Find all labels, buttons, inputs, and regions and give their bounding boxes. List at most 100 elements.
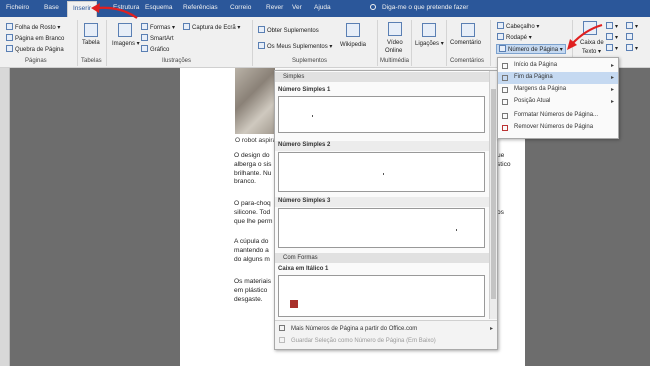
menu-item-label: Formatar Números de Página...: [514, 112, 599, 118]
smartart-button[interactable]: SmartArt: [141, 34, 174, 42]
text-line: que lhe perm: [234, 217, 273, 225]
group-comments-label: Comentários: [450, 58, 485, 64]
page-number-button[interactable]: Número de Página ▾: [496, 44, 566, 54]
blank-page-label: Página em Branco: [15, 36, 65, 42]
gallery-item-label: Número Simples 3: [275, 197, 490, 207]
tab-esquema[interactable]: Esquema: [145, 4, 172, 11]
online-video-button[interactable]: Vídeo: [387, 40, 403, 46]
links-button[interactable]: Ligações ▾: [415, 40, 444, 47]
cover-page-button[interactable]: Folha de Rosto ▾: [6, 23, 60, 31]
gallery-item-italic-box-1[interactable]: [278, 275, 485, 317]
object-button[interactable]: ▾: [626, 44, 638, 52]
paragraph-4: Os materiais em plástico desgaste.: [234, 278, 276, 304]
tab-correio[interactable]: Correio: [230, 4, 251, 11]
text-box-button[interactable]: Caixa de: [580, 40, 604, 46]
tab-ver[interactable]: Ver: [292, 4, 302, 11]
page-break-icon: [6, 45, 13, 52]
tab-rever[interactable]: Rever: [266, 4, 283, 11]
group-addins-label: Suplementos: [292, 58, 328, 64]
header-label: Cabeçalho: [506, 24, 535, 30]
chart-icon: [141, 45, 148, 52]
tab-estrutura[interactable]: Estrutura: [113, 4, 139, 11]
menu-item-label: Posição Atual: [514, 98, 551, 104]
menu-item-current-position[interactable]: Posição Atual ▸: [498, 96, 618, 108]
tab-base[interactable]: Base: [44, 4, 59, 11]
gallery-item-simple-1[interactable]: [278, 96, 485, 133]
text-line: O para-choq: [234, 200, 271, 207]
tab-ajuda[interactable]: Ajuda: [314, 4, 331, 11]
screenshot-button[interactable]: Captura de Ecrã ▾: [183, 23, 240, 31]
group-tables-label: Tabelas: [81, 58, 102, 64]
text-line: alberga o sis: [234, 160, 272, 168]
gallery-item-simple-2[interactable]: [278, 152, 485, 192]
text-line: em plástico: [234, 286, 268, 294]
images-icon: [118, 23, 132, 37]
chart-button[interactable]: Gráfico: [141, 45, 169, 53]
paragraph-3: A cúpula do mantendo a do alguns m: [234, 238, 276, 264]
wordart-button[interactable]: ▾: [606, 33, 618, 41]
signature-icon: [626, 22, 633, 29]
ribbon-tab-bar: Ficheiro Base Inserir Estrutura Esquema …: [0, 0, 650, 17]
date-time-button[interactable]: [626, 33, 635, 41]
vertical-ruler: [0, 68, 10, 366]
menu-item-page-margins[interactable]: Margens da Página ▸: [498, 84, 618, 96]
gallery-item-simple-3[interactable]: [278, 208, 485, 248]
text-line: silicone. Tod: [234, 208, 271, 216]
lightbulb-icon: [370, 4, 376, 10]
header-button[interactable]: Cabeçalho ▾: [497, 22, 539, 30]
images-label: Imagens: [112, 41, 136, 47]
image-caption: O robot aspira: [235, 137, 277, 144]
more-page-numbers-item[interactable]: Mais Números de Página a partir do Offic…: [279, 325, 417, 332]
robot-photo: [235, 68, 275, 134]
blank-page-icon: [6, 34, 13, 41]
tab-referencias[interactable]: Referências: [183, 4, 218, 11]
text-line: brilhante. Nu: [234, 169, 272, 177]
get-addins-label: Obter Suplementos: [267, 28, 319, 34]
tab-inserir[interactable]: Inserir: [67, 1, 98, 17]
office-icon: [279, 325, 285, 331]
menu-item-bottom-of-page[interactable]: Fim da Página ▸: [498, 72, 618, 84]
gallery-item-label: Número Simples 1: [278, 87, 331, 93]
table-button[interactable]: Tabela: [82, 40, 100, 46]
tell-me-box[interactable]: Diga-me o que pretende fazer: [370, 4, 468, 11]
menu-item-remove-page-numbers[interactable]: Remover Números de Página: [498, 122, 618, 134]
page-break-label: Quebra de Página: [15, 47, 64, 53]
gallery-item-label: Caixa em Itálico 1: [278, 266, 329, 272]
ribbon-separator: [77, 20, 78, 66]
screenshot-label: Captura de Ecrã: [192, 25, 236, 31]
page-break-button[interactable]: Quebra de Página: [6, 45, 64, 53]
page-number-label: Número de Página: [508, 47, 559, 53]
shapes-button[interactable]: Formas ▾: [141, 23, 175, 31]
page-number-submenu: Início da Página ▸ Fim da Página ▸ Margens…: [497, 57, 619, 139]
object-icon: [626, 44, 633, 51]
calendar-icon: [626, 33, 633, 40]
wikipedia-button[interactable]: Wikipedia: [340, 42, 366, 48]
gallery-scroll-thumb[interactable]: [491, 89, 496, 299]
footer-button[interactable]: Rodapé ▾: [497, 33, 532, 41]
wikipedia-icon: [346, 23, 360, 37]
screenshot-icon: [183, 23, 190, 30]
menu-item-label: Margens da Página: [514, 86, 567, 92]
ribbon-separator: [411, 20, 412, 66]
page-number-gallery: Simples Número Simples 1 Número Simples …: [274, 70, 498, 350]
gallery-scrollbar[interactable]: [489, 71, 497, 319]
comment-button[interactable]: Comentário: [450, 40, 481, 46]
menu-item-top-of-page[interactable]: Início da Página ▸: [498, 60, 618, 72]
my-addins-label: Os Meus Suplementos: [267, 44, 328, 50]
tab-ficheiro[interactable]: Ficheiro: [6, 4, 29, 11]
images-button[interactable]: Imagens ▾: [112, 40, 140, 47]
footer-label: Rodapé: [506, 35, 528, 41]
my-addins-button[interactable]: Os Meus Suplementos ▾: [258, 42, 332, 50]
quick-parts-button[interactable]: ▾: [606, 22, 618, 30]
current-position-icon: [502, 99, 508, 105]
blank-page-button[interactable]: Página em Branco: [6, 34, 64, 42]
get-addins-button[interactable]: Obter Suplementos: [258, 26, 319, 34]
menu-item-format-page-numbers[interactable]: Formatar Números de Página...: [498, 110, 618, 122]
video-label: Vídeo: [387, 40, 403, 46]
text-line: stico: [497, 161, 511, 168]
bottom-of-page-icon: [502, 75, 508, 81]
page-number-marker: [456, 229, 457, 231]
dropcap-button[interactable]: ▾: [606, 44, 618, 52]
smartart-icon: [141, 34, 148, 41]
signature-line-button[interactable]: ▾: [626, 22, 638, 30]
